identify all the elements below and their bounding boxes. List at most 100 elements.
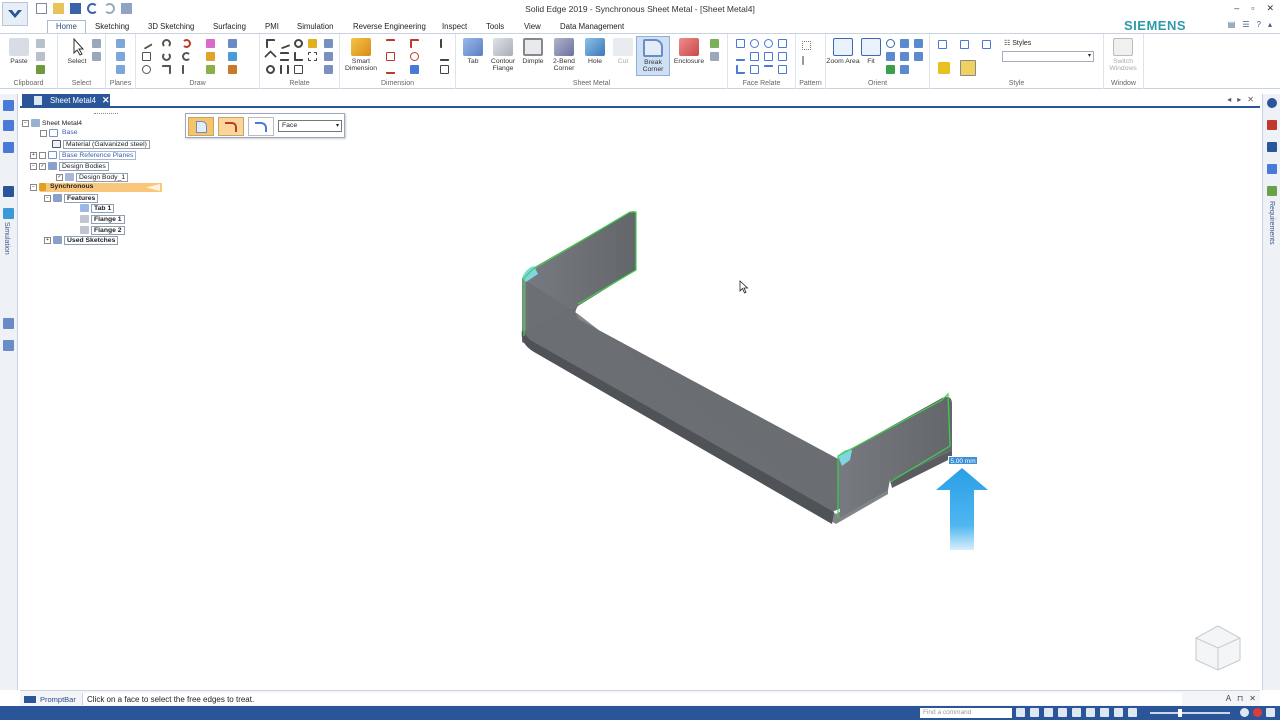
view-tool-icon-3[interactable] — [1058, 708, 1067, 717]
zoom-in-icon[interactable] — [1240, 708, 1249, 717]
copy-icon[interactable] — [36, 52, 45, 61]
view-tool-icon-1[interactable] — [1030, 708, 1039, 717]
coordinate-dimension-icon[interactable] — [386, 52, 395, 61]
rectangle-icon[interactable] — [142, 52, 151, 61]
tab-home[interactable]: Home — [47, 20, 86, 33]
ground-face-icon[interactable] — [764, 65, 773, 74]
offset-icon[interactable] — [206, 39, 215, 48]
tab-surfacing[interactable]: Surfacing — [213, 20, 246, 33]
requirements-panel-tab[interactable]: Requirements — [1268, 201, 1275, 245]
simulation-tab-icon[interactable] — [3, 208, 14, 219]
view-tool-icon-8[interactable] — [1128, 708, 1137, 717]
graphics-window[interactable]: 5.00 mm — [20, 110, 1260, 688]
close-all-icon[interactable]: ✕ — [1247, 95, 1254, 104]
maximize-button[interactable]: ▫ — [1251, 3, 1254, 14]
close-document-icon[interactable]: ✕ — [102, 95, 110, 106]
document-tab[interactable]: Sheet Metal4 ✕ — [22, 94, 110, 108]
font-size-icon[interactable]: A — [1226, 694, 1231, 703]
distance-between-icon[interactable] — [386, 39, 395, 48]
tree-node-synchronous[interactable]: − Synchronous — [30, 182, 95, 192]
previous-view-icon[interactable] — [886, 65, 895, 74]
sketch-view-icon[interactable] — [886, 52, 895, 61]
tab-view[interactable]: View — [524, 20, 541, 33]
break-corner-button[interactable]: Break Corner — [636, 36, 670, 76]
tree-node-material[interactable]: Material (Galvanized steel) — [52, 139, 150, 149]
filter-icon[interactable] — [92, 52, 101, 61]
pattern-icon[interactable] — [802, 41, 811, 50]
help-icon[interactable]: ? — [1257, 20, 1261, 29]
tree-node-flange-1[interactable]: Flange 1 — [80, 214, 125, 224]
tree-node-base[interactable]: Base — [40, 128, 80, 138]
connect-icon[interactable] — [266, 39, 275, 48]
variable-table-icon[interactable] — [440, 65, 449, 74]
shaded-icon[interactable] — [938, 62, 950, 74]
coplanar-icon[interactable] — [736, 39, 745, 48]
sensors-icon[interactable] — [3, 142, 14, 153]
line-icon[interactable] — [140, 37, 153, 50]
smart-dimension-button[interactable]: Smart Dimension — [344, 38, 378, 72]
tab-sketching[interactable]: Sketching — [95, 20, 129, 33]
collapse-toggle[interactable]: − — [22, 119, 29, 127]
rigid-face-icon[interactable] — [750, 65, 759, 74]
tree-node-design-bodies[interactable]: − ✓ Design Bodies — [30, 161, 109, 171]
relate-assist-icon[interactable] — [324, 65, 333, 74]
parallel-icon[interactable] — [280, 65, 289, 74]
zoom-slider-knob[interactable] — [1178, 709, 1182, 717]
record-icon[interactable] — [1253, 708, 1262, 717]
visibility-checkbox[interactable]: ✓ — [39, 162, 46, 170]
shaded-visible-edges-icon[interactable] — [960, 60, 976, 76]
layers-icon[interactable] — [3, 120, 14, 131]
visibility-checkbox[interactable]: ✓ — [56, 173, 63, 181]
enclosure-button[interactable]: Enclosure — [670, 38, 708, 65]
tab-3d-sketching[interactable]: 3D Sketching — [148, 20, 194, 33]
fillet-icon[interactable] — [162, 65, 171, 74]
select-tools-icon[interactable] — [92, 39, 101, 48]
sheet-metal-more-icon[interactable] — [710, 39, 719, 48]
extend-icon[interactable] — [182, 65, 191, 74]
application-button[interactable] — [2, 2, 28, 26]
facebook-icon[interactable] — [1267, 142, 1277, 152]
help-panel-icon[interactable] — [1267, 98, 1277, 108]
mirror-icon[interactable] — [228, 39, 237, 48]
arrow-icon[interactable] — [1016, 708, 1025, 717]
expand-toggle[interactable]: + — [44, 236, 51, 244]
aligned-holes-icon[interactable] — [778, 52, 787, 61]
offset-face-icon[interactable] — [764, 52, 773, 61]
dimple-button[interactable]: Dimple — [516, 38, 550, 65]
tab-tools[interactable]: Tools — [486, 20, 504, 33]
tab-feature-button[interactable]: Tab — [456, 38, 490, 65]
minimize-button[interactable]: – — [1234, 3, 1239, 14]
face-select-button[interactable] — [188, 117, 214, 136]
zoom-icon[interactable] — [886, 39, 895, 48]
fit-button[interactable]: Fit — [854, 38, 888, 65]
relate-show-icon[interactable] — [324, 39, 333, 48]
tree-node-used-sketches[interactable]: + Used Sketches — [44, 235, 119, 245]
tangent-arc-icon[interactable] — [162, 52, 171, 61]
requirements-icon[interactable] — [1267, 186, 1277, 196]
curve-icon[interactable] — [182, 39, 191, 48]
symmetric-face-icon[interactable] — [750, 52, 759, 61]
collapse-icon[interactable]: ▴ — [1268, 20, 1272, 29]
coaxial-icon[interactable] — [750, 39, 759, 48]
perpendicular-face-icon[interactable] — [778, 39, 787, 48]
move-icon[interactable] — [206, 52, 215, 61]
view-style-icon-1[interactable] — [938, 40, 947, 49]
view-tool-icon-5[interactable] — [1086, 708, 1095, 717]
fill-icon[interactable] — [228, 52, 237, 61]
community-icon[interactable] — [1267, 164, 1277, 174]
angular-coordinate-icon[interactable] — [410, 52, 419, 61]
zoom-slider[interactable] — [1150, 712, 1230, 714]
mirror-pattern-icon[interactable] — [802, 56, 811, 65]
view-style-icon-3[interactable] — [982, 40, 991, 49]
tangent-icon[interactable] — [266, 65, 275, 74]
next-document-icon[interactable]: ▸ — [1237, 95, 1241, 104]
tree-node-root[interactable]: − Sheet Metal4 — [22, 118, 82, 128]
tree-node-features[interactable]: − Features — [44, 193, 99, 203]
select-button[interactable]: Select — [60, 37, 94, 65]
expand-toggle[interactable]: + — [30, 151, 37, 159]
drag-arrow-icon[interactable] — [934, 466, 990, 552]
symmetric-diameter-icon[interactable] — [386, 65, 395, 74]
view-tool-icon-2[interactable] — [1044, 708, 1053, 717]
two-bend-corner-button[interactable]: 2-Bend Corner — [547, 38, 581, 72]
named-views-icon[interactable] — [914, 52, 923, 61]
